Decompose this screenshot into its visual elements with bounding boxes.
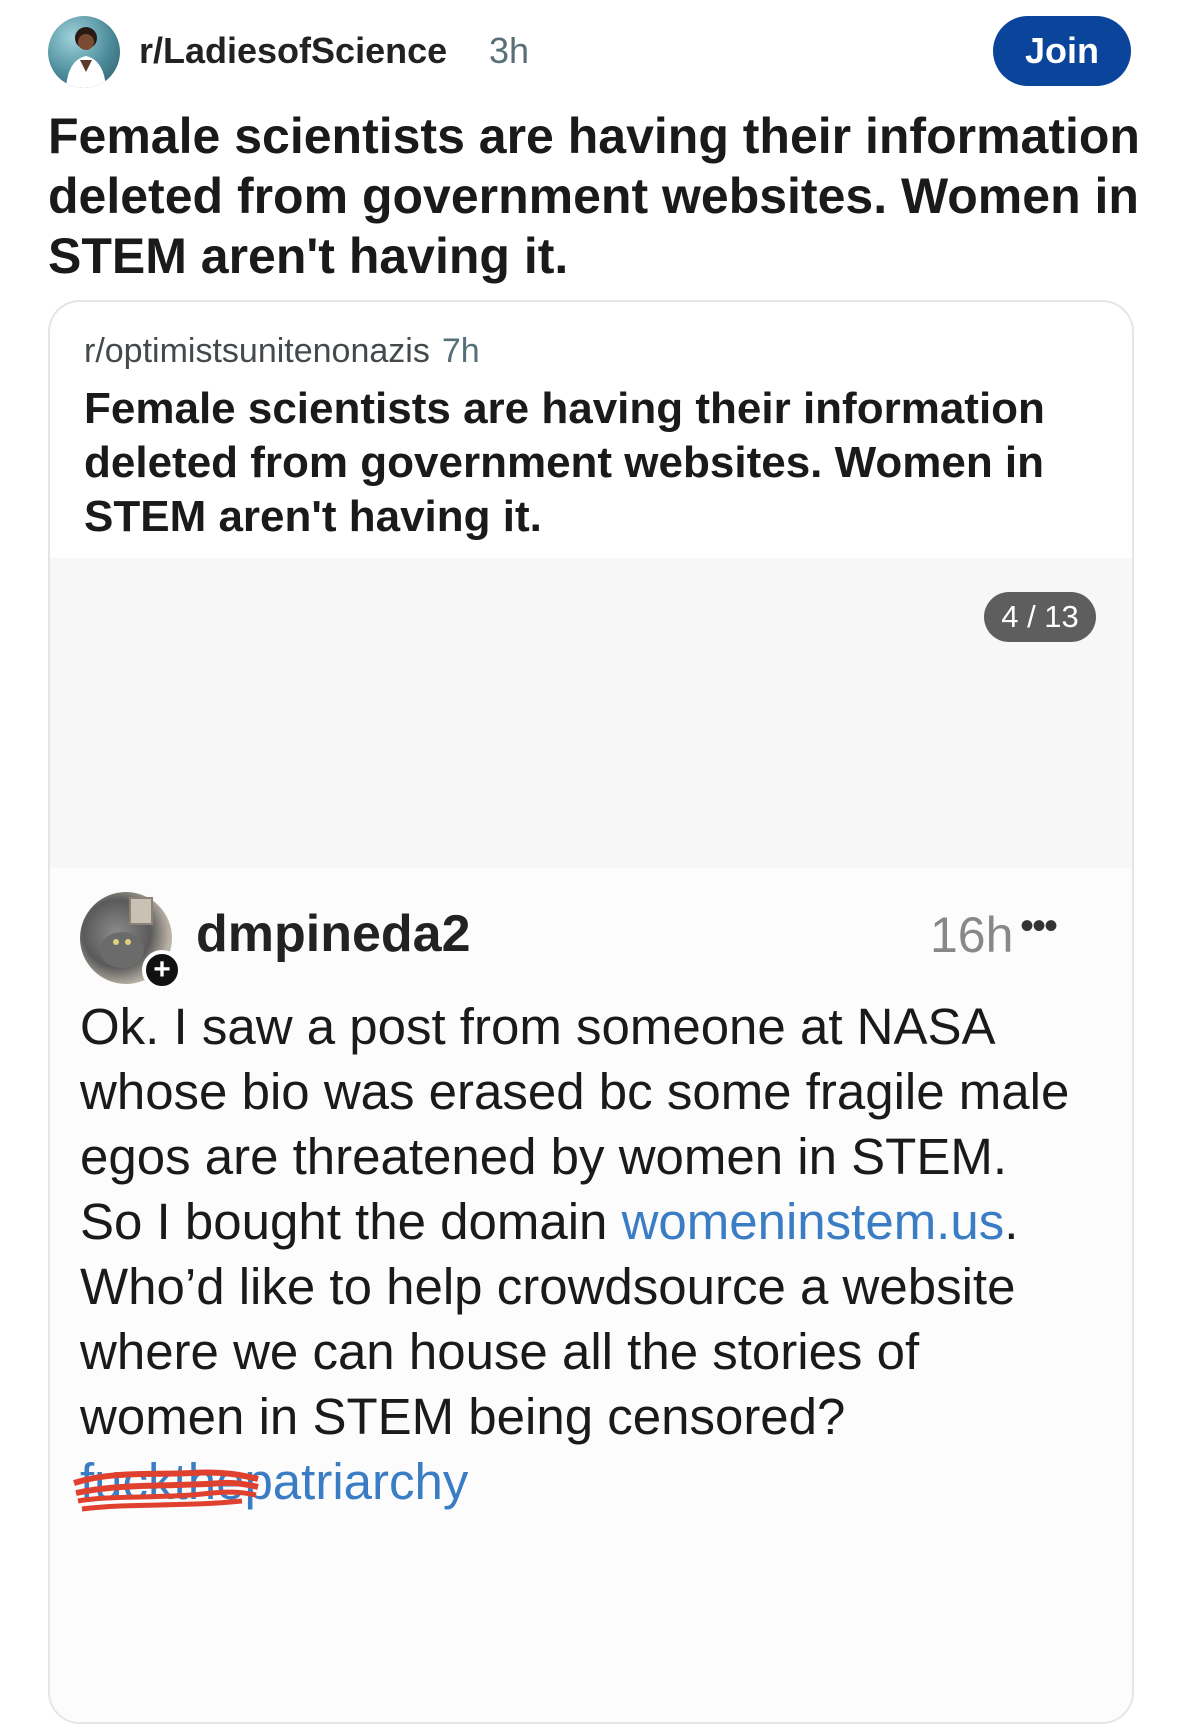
- subreddit-avatar[interactable]: [48, 16, 120, 88]
- gallery-blank-area: 4 / 13: [50, 558, 1132, 868]
- hashtag: fuckthe patriarchy: [73, 1453, 469, 1512]
- more-options-icon: •••: [1020, 904, 1058, 948]
- post-time: 3h: [489, 30, 530, 71]
- hashtag-rest: patriarchy: [244, 1453, 469, 1510]
- post-title[interactable]: Female scientists are having their infor…: [48, 106, 1148, 286]
- crosspost-subreddit[interactable]: r/optimistsunitenonazis: [84, 332, 430, 370]
- gallery-counter: 4 / 13: [984, 592, 1096, 642]
- screenshot-time: 16h: [930, 907, 1014, 963]
- crosspost-card[interactable]: r/optimistsunitenonazis 7h Female scienti…: [48, 300, 1134, 1724]
- crosspost-title[interactable]: Female scientists are having their infor…: [84, 382, 1104, 544]
- domain-link: womeninstem.us: [621, 1193, 1005, 1250]
- join-button[interactable]: Join: [993, 16, 1131, 86]
- screenshot-body: Ok. I saw a post from someone at NASA wh…: [73, 994, 1080, 1514]
- screenshot-username: dmpineda2: [196, 905, 471, 963]
- red-scribble-overlay: [73, 1469, 259, 1512]
- image-gallery[interactable]: 4 / 13 + dmpineda2 16h ••• Ok. I saw a p…: [50, 558, 1132, 1722]
- subreddit-name[interactable]: r/LadiesofScience: [139, 30, 447, 72]
- follow-plus-icon: +: [142, 950, 182, 990]
- crosspost-time: 7h: [441, 332, 480, 370]
- crosspost-source: r/optimistsunitenonazis 7h: [84, 332, 480, 371]
- gallery-image[interactable]: + dmpineda2 16h ••• Ok. I saw a post fro…: [50, 868, 1132, 1722]
